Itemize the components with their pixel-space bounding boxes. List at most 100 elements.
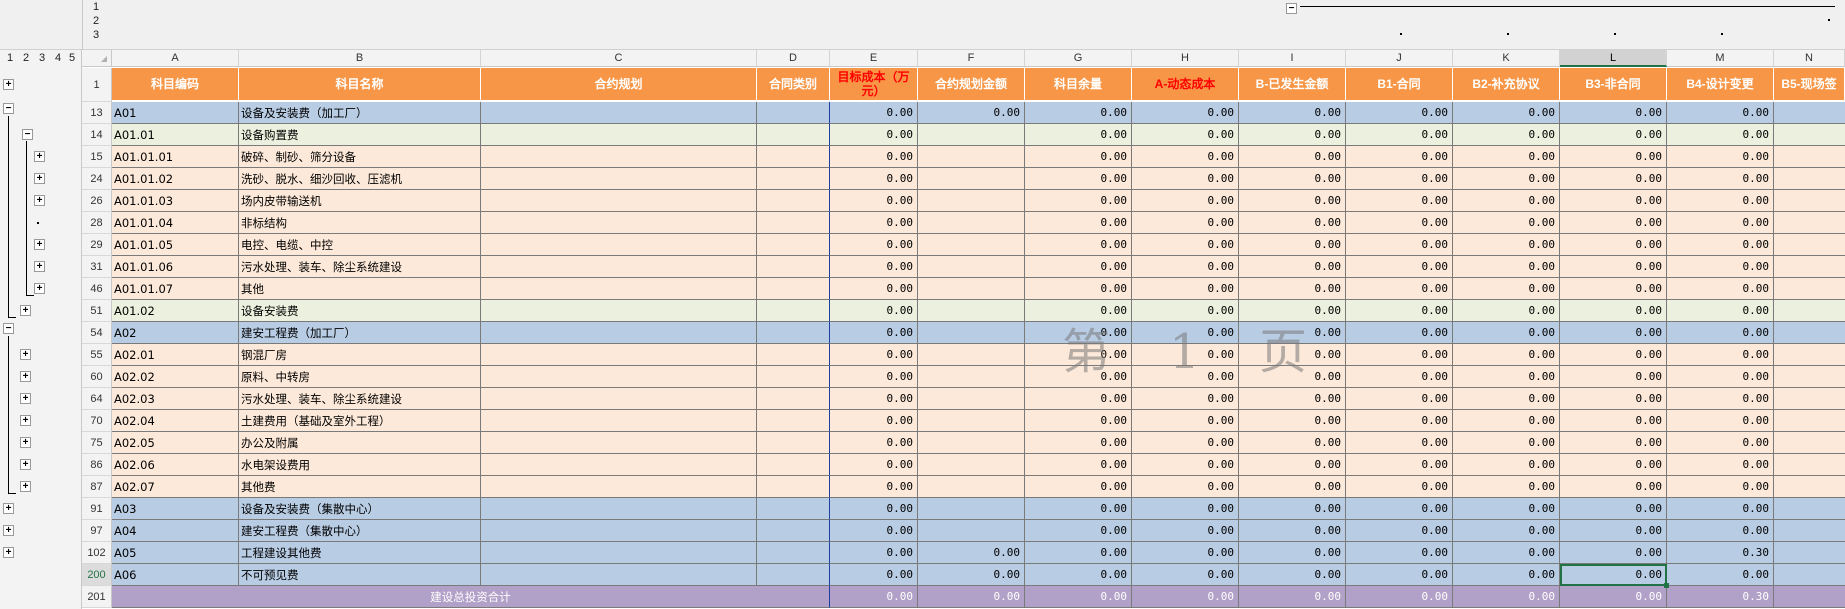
column-header-e[interactable]: E: [830, 50, 918, 67]
value-cell-k[interactable]: 0.00: [1453, 366, 1560, 388]
row-outline-level-3[interactable]: 3: [36, 51, 48, 65]
value-cell-h[interactable]: 0.00: [1132, 146, 1239, 168]
value-cell-g[interactable]: 0.00: [1025, 102, 1132, 124]
contract-plan-cell[interactable]: [481, 498, 757, 520]
value-cell-e[interactable]: 0.00: [830, 586, 918, 608]
contract-plan-cell[interactable]: [481, 322, 757, 344]
value-cell-i[interactable]: 0.00: [1239, 234, 1346, 256]
header-cell-b[interactable]: 科目名称: [239, 68, 481, 102]
value-cell-f[interactable]: [918, 454, 1025, 476]
value-cell-g[interactable]: 0.00: [1025, 498, 1132, 520]
contract-plan-cell[interactable]: [481, 190, 757, 212]
column-header-k[interactable]: K: [1453, 50, 1560, 67]
value-cell-k[interactable]: 0.00: [1453, 586, 1560, 608]
value-cell-k[interactable]: 0.00: [1453, 256, 1560, 278]
row-outline-level-4[interactable]: 4: [52, 51, 64, 65]
code-cell[interactable]: A02.05: [112, 432, 239, 454]
column-header-j[interactable]: J: [1346, 50, 1453, 67]
contract-plan-cell[interactable]: [481, 256, 757, 278]
contract-plan-cell[interactable]: [481, 234, 757, 256]
value-cell-l[interactable]: 0.00: [1560, 256, 1667, 278]
value-cell-f[interactable]: [918, 212, 1025, 234]
value-cell-i[interactable]: 0.00: [1239, 498, 1346, 520]
row-number[interactable]: 200: [82, 564, 112, 586]
contract-plan-cell[interactable]: [481, 146, 757, 168]
value-cell-m[interactable]: 0.00: [1667, 212, 1774, 234]
value-cell-j[interactable]: 0.00: [1346, 410, 1453, 432]
value-cell-f[interactable]: [918, 124, 1025, 146]
value-cell-m[interactable]: 0.00: [1667, 454, 1774, 476]
value-cell-k[interactable]: 0.00: [1453, 300, 1560, 322]
value-cell-l[interactable]: 0.00: [1560, 234, 1667, 256]
value-cell-j[interactable]: 0.00: [1346, 190, 1453, 212]
name-cell[interactable]: 办公及附属: [239, 432, 481, 454]
value-cell-g[interactable]: 0.00: [1025, 388, 1132, 410]
value-cell-l[interactable]: 0.00: [1560, 102, 1667, 124]
outline-expand-button[interactable]: +: [20, 349, 31, 360]
row-outline-level-2[interactable]: 2: [20, 51, 32, 65]
code-cell[interactable]: A01.01.03: [112, 190, 239, 212]
value-cell-i[interactable]: 0.00: [1239, 586, 1346, 608]
value-cell-i[interactable]: 0.00: [1239, 410, 1346, 432]
value-cell-n[interactable]: [1774, 498, 1845, 520]
value-cell-f[interactable]: [918, 476, 1025, 498]
contract-type-cell[interactable]: [757, 256, 830, 278]
header-cell-g[interactable]: 科目余量: [1025, 68, 1132, 102]
value-cell-j[interactable]: 0.00: [1346, 278, 1453, 300]
outline-expand-button[interactable]: +: [20, 393, 31, 404]
row-number-header[interactable]: 1: [82, 68, 112, 102]
value-cell-k[interactable]: 0.00: [1453, 564, 1560, 586]
value-cell-i[interactable]: 0.00: [1239, 520, 1346, 542]
contract-plan-cell[interactable]: [481, 278, 757, 300]
value-cell-k[interactable]: 0.00: [1453, 432, 1560, 454]
value-cell-i[interactable]: 0.00: [1239, 564, 1346, 586]
code-cell[interactable]: A01: [112, 102, 239, 124]
contract-plan-cell[interactable]: [481, 124, 757, 146]
value-cell-h[interactable]: 0.00: [1132, 586, 1239, 608]
contract-type-cell[interactable]: [757, 102, 830, 124]
value-cell-g[interactable]: 0.00: [1025, 124, 1132, 146]
header-cell-d[interactable]: 合同类别: [757, 68, 830, 102]
value-cell-n[interactable]: [1774, 586, 1845, 608]
value-cell-n[interactable]: [1774, 344, 1845, 366]
row-number[interactable]: 70: [82, 410, 112, 432]
contract-type-cell[interactable]: [757, 454, 830, 476]
value-cell-l[interactable]: 0.00: [1560, 146, 1667, 168]
value-cell-m[interactable]: 0.00: [1667, 520, 1774, 542]
value-cell-m[interactable]: 0.00: [1667, 124, 1774, 146]
value-cell-n[interactable]: [1774, 168, 1845, 190]
column-header-f[interactable]: F: [918, 50, 1025, 67]
column-header-b[interactable]: B: [239, 50, 481, 67]
value-cell-h[interactable]: 0.00: [1132, 168, 1239, 190]
contract-type-cell[interactable]: [757, 498, 830, 520]
name-cell[interactable]: 不可预见费: [239, 564, 481, 586]
value-cell-g[interactable]: 0.00: [1025, 564, 1132, 586]
value-cell-e[interactable]: 0.00: [830, 410, 918, 432]
name-cell[interactable]: 场内皮带输送机: [239, 190, 481, 212]
value-cell-g[interactable]: 0.00: [1025, 542, 1132, 564]
name-cell[interactable]: 土建费用（基础及室外工程）: [239, 410, 481, 432]
value-cell-e[interactable]: 0.00: [830, 498, 918, 520]
code-cell[interactable]: A01.01.04: [112, 212, 239, 234]
row-number[interactable]: 51: [82, 300, 112, 322]
row-number[interactable]: 24: [82, 168, 112, 190]
value-cell-n[interactable]: [1774, 212, 1845, 234]
value-cell-n[interactable]: [1774, 410, 1845, 432]
value-cell-h[interactable]: 0.00: [1132, 212, 1239, 234]
value-cell-e[interactable]: 0.00: [830, 146, 918, 168]
value-cell-i[interactable]: 0.00: [1239, 542, 1346, 564]
value-cell-l[interactable]: 0.00: [1560, 476, 1667, 498]
contract-plan-cell[interactable]: [481, 344, 757, 366]
code-cell[interactable]: A02.02: [112, 366, 239, 388]
value-cell-l[interactable]: 0.00: [1560, 124, 1667, 146]
header-cell-e[interactable]: 目标成本（万元）: [830, 68, 918, 102]
value-cell-g[interactable]: 0.00: [1025, 410, 1132, 432]
contract-type-cell[interactable]: [757, 190, 830, 212]
outline-expand-button[interactable]: +: [20, 371, 31, 382]
code-cell[interactable]: A02: [112, 322, 239, 344]
value-cell-h[interactable]: 0.00: [1132, 388, 1239, 410]
value-cell-l[interactable]: 0.00: [1560, 278, 1667, 300]
value-cell-f[interactable]: [918, 300, 1025, 322]
code-cell[interactable]: A02.04: [112, 410, 239, 432]
value-cell-m[interactable]: 0.00: [1667, 278, 1774, 300]
